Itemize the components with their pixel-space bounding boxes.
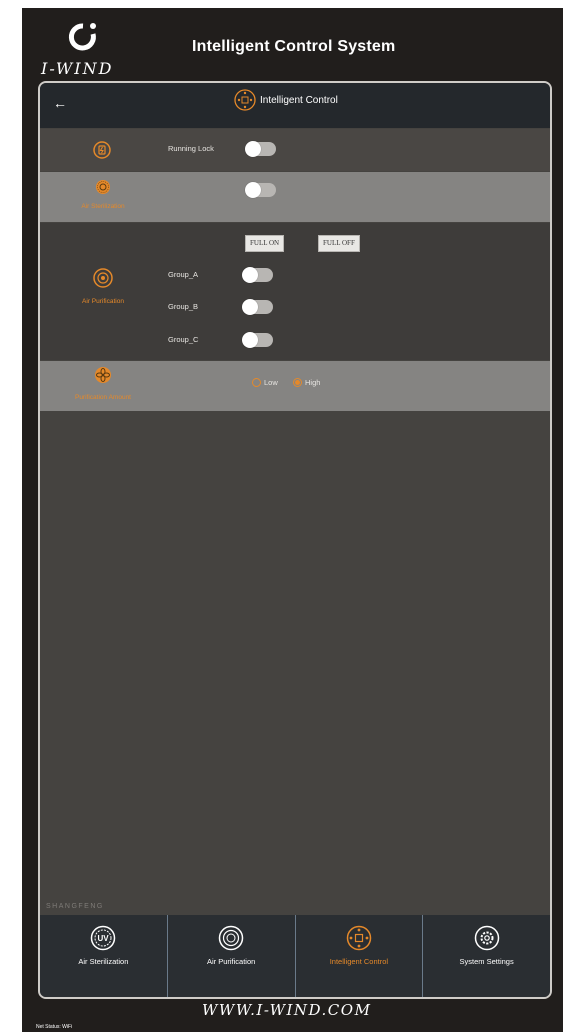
- group-c-toggle[interactable]: [242, 332, 273, 348]
- top-bar: ← Intelligent Control: [40, 83, 550, 128]
- net-status: Net Status: WiFi: [36, 1024, 73, 1030]
- app-title: Intelligent Control System: [192, 38, 396, 55]
- intelligent-control-icon: [234, 89, 256, 111]
- lock-icon: [93, 141, 111, 159]
- uv-icon: UV: [91, 925, 116, 951]
- page-title: Intelligent Control: [260, 94, 338, 106]
- air-sterilization-toggle[interactable]: [245, 182, 276, 198]
- air-sterilization-label: Air Sterilization: [81, 203, 125, 210]
- group-a-toggle[interactable]: [242, 267, 273, 283]
- sterilization-icon: [96, 180, 110, 194]
- nav-air-sterilization[interactable]: UV Air Sterilization: [40, 915, 167, 997]
- gear-icon: [474, 925, 499, 951]
- running-lock-toggle[interactable]: [245, 141, 276, 157]
- amount-low-label: Low: [264, 378, 278, 387]
- radio-selected-icon: [293, 378, 302, 387]
- running-lock-label: Running Lock: [168, 144, 214, 153]
- nav-air-sterilization-label: Air Sterilization: [78, 957, 129, 966]
- purification-icon: [93, 268, 113, 288]
- back-arrow-icon[interactable]: ←: [53, 95, 67, 111]
- bottom-nav: UV Air Sterilization Air Purification In…: [40, 915, 550, 997]
- intelligent-control-nav-icon: [346, 925, 372, 951]
- amount-high-label: High: [305, 378, 321, 387]
- brand-logo-text: I-WIND: [40, 59, 113, 78]
- nav-air-purification-label: Air Purification: [206, 957, 256, 966]
- nav-intelligent-control-label: Intelligent Control: [329, 957, 389, 966]
- nav-system-settings[interactable]: System Settings: [422, 915, 550, 997]
- group-a-label: Group_A: [168, 270, 199, 279]
- svg-text:UV: UV: [98, 934, 110, 943]
- radio-unselected-icon: [252, 378, 261, 387]
- watermark: SHANGFENG: [46, 903, 104, 910]
- device-frame: I-WIND Intelligent Control System ← Inte…: [22, 8, 563, 1032]
- air-purification-row: FULL ON FULL OFF Air Purification Group_…: [40, 223, 550, 360]
- group-b-label: Group_B: [168, 302, 199, 311]
- air-sterilization-row: Air Sterilization: [40, 172, 550, 222]
- website-url: WWW.I-WIND.COM: [202, 1001, 372, 1019]
- group-c-label: Group_C: [168, 335, 199, 344]
- full-off-button[interactable]: FULL OFF: [318, 235, 360, 252]
- amount-high-radio[interactable]: High: [293, 378, 320, 387]
- main-screen: ← Intelligent Control Running Lock Air S…: [38, 81, 552, 999]
- purification-nav-icon: [218, 925, 244, 951]
- fan-icon: [95, 367, 111, 383]
- nav-intelligent-control[interactable]: Intelligent Control: [294, 915, 423, 997]
- running-lock-row: Running Lock: [40, 129, 550, 171]
- brand-logo: I-WIND: [40, 23, 113, 78]
- amount-low-radio[interactable]: Low: [252, 378, 278, 387]
- group-b-toggle[interactable]: [242, 299, 273, 315]
- purification-amount-label: Purification Amount: [74, 394, 131, 401]
- nav-air-purification[interactable]: Air Purification: [166, 915, 295, 997]
- full-on-button[interactable]: FULL ON: [245, 235, 285, 252]
- air-purification-label: Air Purification: [82, 298, 124, 305]
- purification-amount-row: Purification Amount Low High: [40, 361, 550, 411]
- nav-system-settings-label: System Settings: [459, 957, 514, 966]
